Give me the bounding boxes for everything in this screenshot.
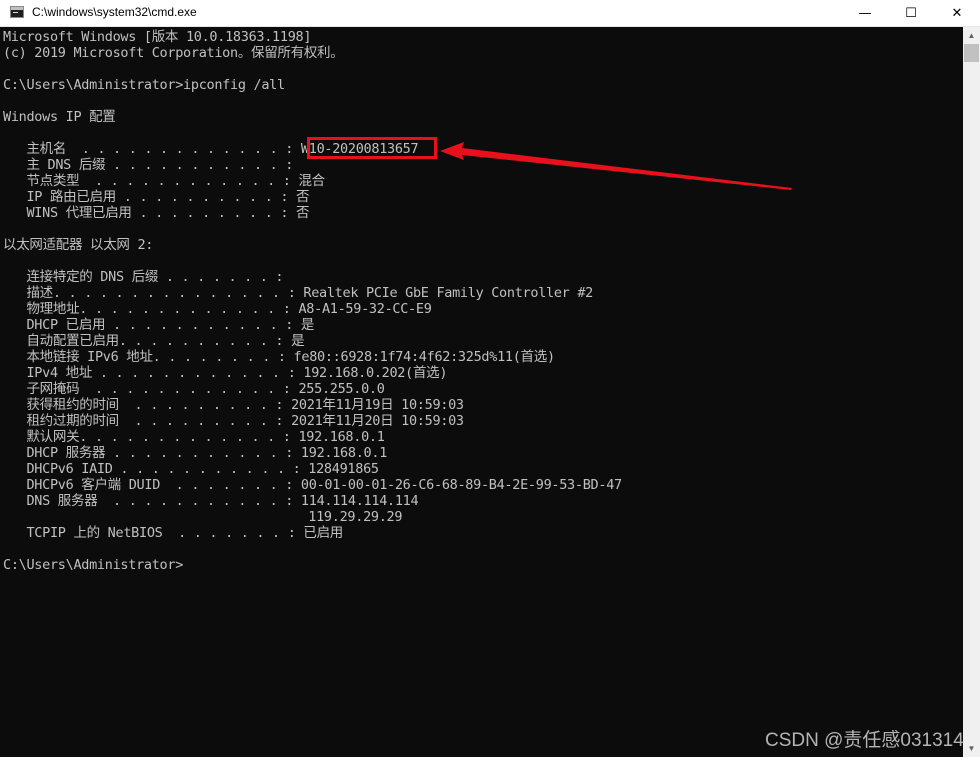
window-title: C:\windows\system32\cmd.exe (32, 5, 197, 19)
console-line: 119.29.29.29 (3, 509, 403, 525)
console-line: 获得租约的时间 . . . . . . . . . : 2021年11月19日 … (3, 397, 464, 413)
console-line: DHCPv6 客户端 DUID . . . . . . . : 00-01-00… (3, 477, 622, 493)
console-output[interactable]: Microsoft Windows [版本 10.0.18363.1198] (c… (0, 27, 963, 757)
console-line: 连接特定的 DNS 后缀 . . . . . . . : (3, 269, 284, 285)
scroll-thumb[interactable] (964, 44, 979, 62)
console-line: 租约过期的时间 . . . . . . . . . : 2021年11月20日 … (3, 413, 464, 429)
console-line: 描述. . . . . . . . . . . . . . . : Realte… (3, 285, 593, 301)
console-line: DHCP 已启用 . . . . . . . . . . . : 是 (3, 317, 315, 333)
minimize-button[interactable]: — (842, 0, 888, 26)
hostname-highlight-box (307, 137, 437, 159)
console-line: 节点类型 . . . . . . . . . . . . : 混合 (3, 173, 325, 189)
scroll-up-arrow-icon[interactable]: ▲ (963, 27, 980, 44)
console-line: 以太网适配器 以太网 2: (3, 237, 154, 253)
console-line: WINS 代理已启用 . . . . . . . . . : 否 (3, 205, 310, 221)
console-line: 本地链接 IPv6 地址. . . . . . . . : fe80::6928… (3, 349, 555, 365)
console-line: 物理地址. . . . . . . . . . . . . : A8-A1-59… (3, 301, 432, 317)
vertical-scrollbar[interactable]: ▲ ▼ (963, 27, 980, 757)
console-line: IP 路由已启用 . . . . . . . . . . : 否 (3, 189, 310, 205)
console-line: DNS 服务器 . . . . . . . . . . . : 114.114.… (3, 493, 419, 509)
maximize-button[interactable]: ☐ (888, 0, 934, 26)
console-line: C:\Users\Administrator> (3, 557, 184, 573)
console-line: 主 DNS 后缀 . . . . . . . . . . . : (3, 157, 294, 173)
console-line: Microsoft Windows [版本 10.0.18363.1198] (3, 29, 312, 45)
console-line: DHCPv6 IAID . . . . . . . . . . . : 1284… (3, 461, 379, 477)
scroll-down-arrow-icon[interactable]: ▼ (963, 740, 980, 757)
console-line: DHCP 服务器 . . . . . . . . . . . : 192.168… (3, 445, 388, 461)
console-line: Windows IP 配置 (3, 109, 116, 125)
cmd-icon (10, 6, 24, 18)
console-line: 自动配置已启用. . . . . . . . . . : 是 (3, 333, 305, 349)
console-line: C:\Users\Administrator>ipconfig /all (3, 77, 285, 93)
console-line: TCPIP 上的 NetBIOS . . . . . . . : 已启用 (3, 525, 343, 541)
console-line: 子网掩码 . . . . . . . . . . . . : 255.255.0… (3, 381, 385, 397)
red-arrow-icon (440, 142, 792, 190)
close-button[interactable]: ✕ (934, 0, 980, 26)
watermark: CSDN @责任感031314 (765, 730, 964, 751)
title-bar[interactable]: C:\windows\system32\cmd.exe — ☐ ✕ (0, 0, 980, 27)
console-line: 默认网关. . . . . . . . . . . . . : 192.168.… (3, 429, 385, 445)
console-line: (c) 2019 Microsoft Corporation。保留所有权利。 (3, 45, 344, 61)
console-line: IPv4 地址 . . . . . . . . . . . . : 192.16… (3, 365, 448, 381)
